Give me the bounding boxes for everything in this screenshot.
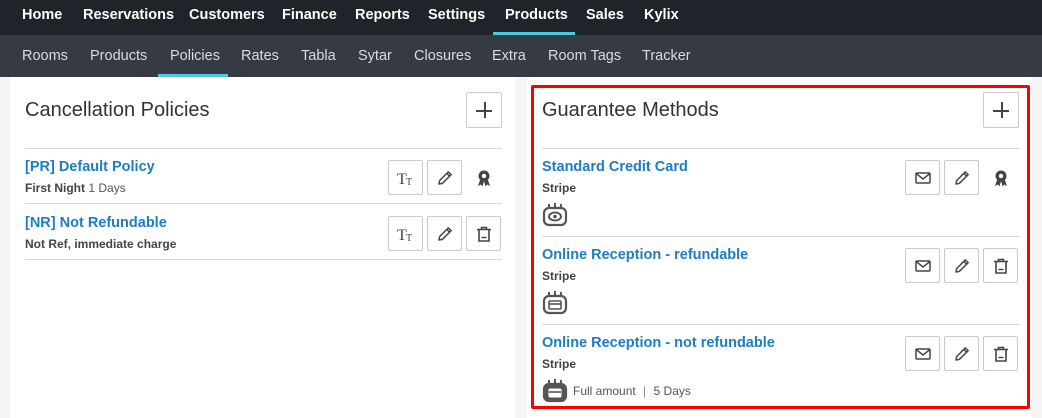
subnav-policies[interactable]: Policies <box>170 35 220 77</box>
divider <box>25 259 502 260</box>
nav-reports[interactable]: Reports <box>355 0 410 35</box>
subnav-rooms[interactable]: Rooms <box>22 35 68 77</box>
nav-reservations[interactable]: Reservations <box>83 0 174 35</box>
highlight-box <box>531 85 1030 409</box>
policy-sub-light: 1 Days <box>88 181 126 195</box>
nav-products[interactable]: Products <box>505 0 568 35</box>
subnav-extra[interactable]: Extra <box>492 35 526 77</box>
edit-button[interactable] <box>427 160 462 195</box>
text-button[interactable]: T T <box>388 216 423 251</box>
trash-icon <box>477 226 491 242</box>
nav-finance[interactable]: Finance <box>282 0 337 35</box>
delete-button[interactable] <box>466 216 501 251</box>
policy-title[interactable]: [PR] Default Policy <box>25 159 155 175</box>
svg-text:T: T <box>406 233 412 243</box>
top-navigation: Home Reservations Customers Finance Repo… <box>0 0 1042 35</box>
pencil-icon <box>438 171 452 185</box>
nav-sales[interactable]: Sales <box>586 0 624 35</box>
add-cancellation-policy-button[interactable] <box>466 92 502 128</box>
policy-subtitle: Not Ref, immediate charge <box>25 237 176 251</box>
nav-kylix[interactable]: Kylix <box>644 0 679 35</box>
nav-customers[interactable]: Customers <box>189 0 265 35</box>
subnav-products[interactable]: Products <box>90 35 147 77</box>
subnav-tracker[interactable]: Tracker <box>642 35 691 77</box>
policy-sub-bold: Not Ref, immediate charge <box>25 237 177 251</box>
svg-text:T: T <box>406 177 412 187</box>
subnav-rates[interactable]: Rates <box>241 35 279 77</box>
subnav-closures[interactable]: Closures <box>414 35 471 77</box>
panel-title: Cancellation Policies <box>25 99 210 121</box>
text-size-icon: T T <box>397 227 412 243</box>
subnav-sytar[interactable]: Sytar <box>358 35 392 77</box>
text-size-icon: T T <box>397 171 412 187</box>
pencil-icon <box>438 227 452 241</box>
sub-navigation: Rooms Products Policies Rates Tabla Syta… <box>0 35 1042 77</box>
subnav-tabla[interactable]: Tabla <box>301 35 336 77</box>
policy-sub-bold: First Night <box>25 181 85 195</box>
policy-subtitle: First Night 1 Days <box>25 181 126 195</box>
divider <box>25 203 502 204</box>
text-button[interactable]: T T <box>388 160 423 195</box>
subnav-room-tags[interactable]: Room Tags <box>548 35 621 77</box>
award-icon <box>478 170 490 187</box>
policy-title[interactable]: [NR] Not Refundable <box>25 215 167 231</box>
nav-home[interactable]: Home <box>22 0 62 35</box>
edit-button[interactable] <box>427 216 462 251</box>
divider <box>25 148 502 149</box>
cancellation-policies-panel: Cancellation Policies [PR] Default Polic… <box>10 77 515 418</box>
nav-settings[interactable]: Settings <box>428 0 485 35</box>
